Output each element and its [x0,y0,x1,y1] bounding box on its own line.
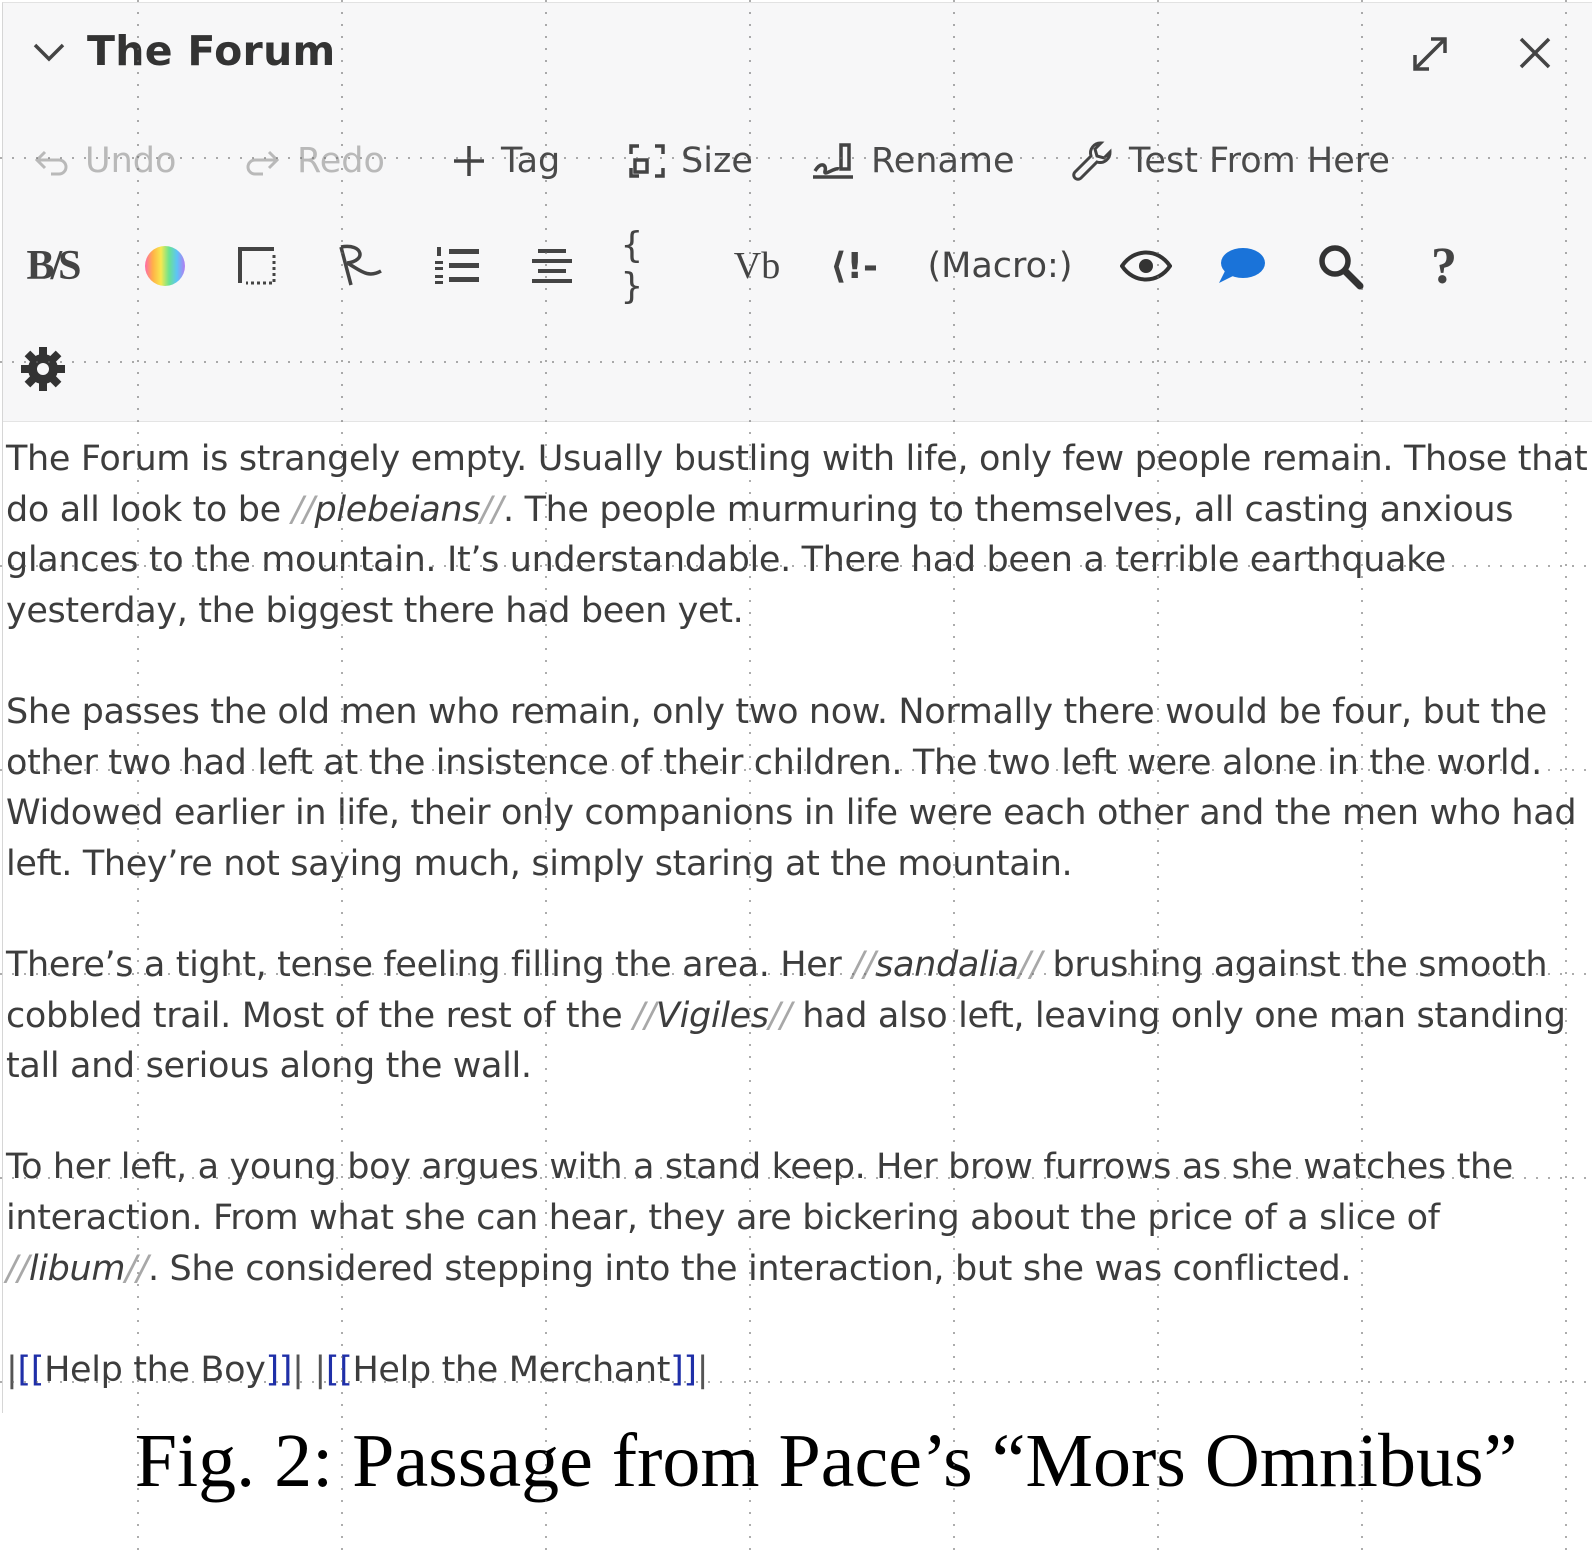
italic-markup: // [1018,944,1042,985]
macro-label: (Macro:) [927,246,1073,286]
size-label: Size [681,141,753,181]
verbatim-label: Vb [733,245,781,287]
redo-label: Redo [297,141,385,181]
paragraph-3: There’s a tight, tense feeling filling t… [6,940,1592,1092]
maximize-icon[interactable] [1407,31,1453,77]
help-button[interactable]: ? [1417,231,1471,301]
link-close-brackets: ]] [265,1349,293,1390]
text-style-button[interactable] [329,231,389,301]
comment-label: ⟨!- [830,245,878,287]
passage-title: The Forum [87,27,336,75]
border-icon [238,247,276,285]
italic-markup: // [768,995,792,1036]
pipe-markup: | [696,1349,709,1390]
title-bar: The Forum [3,3,1592,103]
italic-markup: // [291,489,315,530]
plus-icon [454,146,484,176]
choice-links: |[[Help the Boy]]| |[[Help the Merchant]… [6,1345,1592,1396]
redo-button[interactable]: Redo [243,131,385,191]
collapse-whitespace-button[interactable]: { } [621,225,685,307]
pipe-markup: | [6,1349,18,1390]
colour-button[interactable] [139,231,191,301]
italic-markup: // [480,489,504,530]
paragraph-2: She passes the old men who remain, only … [6,687,1592,889]
italic-word-plebeians: plebeians [314,489,481,530]
eye-icon [1120,250,1172,282]
paragraph-4: To her left, a young boy argues with a s… [6,1142,1592,1294]
comment-button[interactable]: ⟨!- [821,231,887,301]
link-open-brackets: [[ [17,1349,45,1390]
p2-text: She passes the old men who remain, only … [6,691,1588,884]
align-center-icon [532,249,572,283]
size-button[interactable]: Size [627,131,753,191]
bold-strike-label: B/S [26,243,81,289]
signature-icon [813,143,853,179]
formatting-toolbar: B/S {} Vb ⟨!- (Macro:) ? [3,225,1592,307]
test-from-here-label: Test From Here [1129,141,1390,181]
align-button[interactable] [527,231,577,301]
figure-caption: Fig. 2: Passage from Pace’s “Mors Omnibu… [134,1419,1518,1503]
link-open-brackets: [[ [325,1349,353,1390]
gear-icon[interactable] [19,345,67,393]
italic-word-sandalia: sandalia [875,944,1019,985]
italic-markup: // [633,995,656,1036]
italic-word-libum: libum [28,1248,126,1289]
list-button[interactable] [429,231,485,301]
p4-text-a: To her left, a young boy argues with a s… [6,1147,1524,1238]
pipe-markup: | [314,1349,326,1390]
border-button[interactable] [231,231,283,301]
rename-button[interactable]: Rename [811,131,1015,191]
close-icon[interactable] [1515,33,1555,73]
macro-button[interactable]: (Macro:) [925,231,1075,301]
undo-button[interactable]: Undo [31,131,176,191]
italic-markup: // [6,1248,29,1289]
pipe-markup: | [292,1349,304,1390]
paragraph-1: The Forum is strangely empty. Usually bu… [6,434,1592,636]
tag-button[interactable]: Tag [451,131,560,191]
rename-label: Rename [871,141,1015,181]
bold-strike-button[interactable]: B/S [17,231,87,301]
redo-icon [246,150,280,176]
tag-label: Tag [501,141,561,181]
editor-toolbar: The Forum Undo Redo Tag Size Rename Test… [3,3,1592,422]
size-icon [629,144,665,178]
chevron-down-icon[interactable] [31,37,67,67]
find-button[interactable] [1311,231,1369,301]
undo-icon [34,150,68,176]
numbered-list-icon [435,247,479,284]
text-style-icon [339,244,382,286]
test-from-here-button[interactable]: Test From Here [1071,131,1390,191]
speech-bubble-icon [1219,248,1265,283]
wrench-icon [1072,141,1112,181]
italic-markup: // [125,1248,148,1289]
undo-label: Undo [85,141,177,181]
help-label: ? [1431,237,1457,295]
link-help-the-merchant[interactable]: Help the Merchant [352,1350,670,1390]
p4-text-b: . She considered stepping into the inter… [147,1248,1352,1289]
braces-label: { } [621,225,643,307]
action-toolbar: Undo Redo Tag Size Rename Test From Here [3,131,1592,191]
p3-text-a: There’s a tight, tense feeling filling t… [6,944,853,985]
link-close-brackets: ]] [670,1349,697,1390]
preview-button[interactable] [1117,231,1175,301]
verbatim-button[interactable]: Vb [725,231,789,301]
link-help-the-boy[interactable]: Help the Boy [44,1350,266,1390]
passage-text-editor[interactable]: The Forum is strangely empty. Usually bu… [6,434,1592,1395]
speech-button[interactable] [1213,231,1271,301]
italic-word-vigiles: Vigiles [655,995,769,1036]
italic-markup: // [852,944,876,985]
search-icon [1319,245,1364,290]
colour-wheel-icon [145,246,185,286]
